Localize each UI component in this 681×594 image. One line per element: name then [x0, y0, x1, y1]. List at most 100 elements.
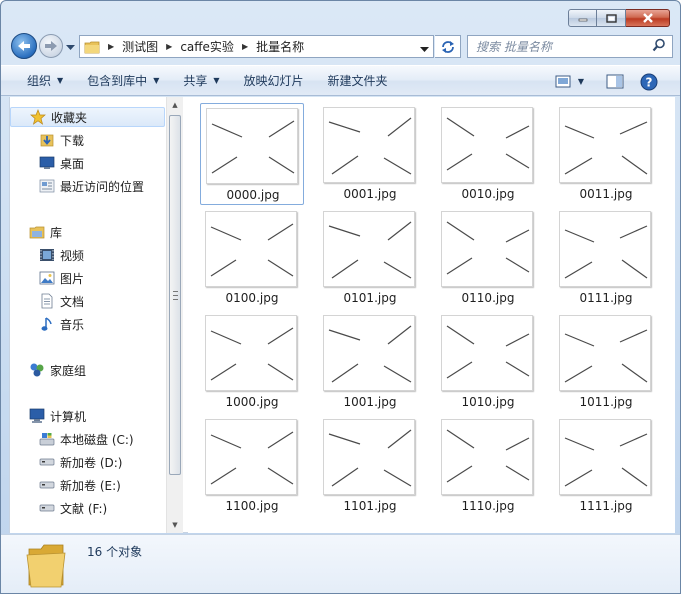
- preview-pane-icon: [606, 74, 624, 89]
- close-icon: [642, 13, 653, 23]
- image-thumbnail[interactable]: [323, 315, 415, 391]
- minimize-button[interactable]: [568, 9, 597, 27]
- image-thumbnail[interactable]: [559, 315, 651, 391]
- sidebar-item-homegroup[interactable]: 家庭组: [28, 360, 86, 380]
- breadcrumb-separator[interactable]: ▶: [242, 42, 248, 51]
- preview-pane-button[interactable]: [602, 71, 628, 93]
- chevron-down-icon: ▼: [577, 77, 585, 86]
- file-item[interactable]: 0011.jpg: [554, 103, 658, 205]
- file-item[interactable]: 0111.jpg: [554, 207, 658, 309]
- sidebar-item-favorites[interactable]: 收藏夹: [10, 107, 165, 127]
- recent-pages-dropdown[interactable]: [66, 40, 75, 54]
- image-thumbnail[interactable]: [205, 419, 297, 495]
- file-item[interactable]: 0001.jpg: [318, 103, 422, 205]
- sidebar-item-label: 家庭组: [50, 363, 87, 378]
- sidebar-item-documents[interactable]: 文档: [38, 291, 84, 311]
- sidebar-item-downloads[interactable]: 下载: [38, 130, 84, 150]
- image-thumbnail[interactable]: [205, 211, 297, 287]
- sidebar-item-videos[interactable]: 视频: [38, 245, 84, 265]
- search-icon[interactable]: [652, 38, 666, 55]
- sidebar-item-drive-c[interactable]: 本地磁盘 (C:): [38, 429, 134, 449]
- file-item[interactable]: 0110.jpg: [436, 207, 540, 309]
- new-folder-button[interactable]: 新建文件夹: [316, 66, 400, 95]
- share-button[interactable]: 共享 ▼: [171, 66, 231, 95]
- document-icon: [38, 293, 56, 309]
- refresh-button[interactable]: [435, 35, 461, 58]
- file-item[interactable]: 1101.jpg: [318, 415, 422, 517]
- navigation-bar: ▶ 测试图 ▶ caffe实验 ▶ 批量名称 搜索 批量名称: [1, 31, 680, 61]
- address-history-dropdown[interactable]: [420, 42, 429, 56]
- address-bar[interactable]: ▶ 测试图 ▶ caffe实验 ▶ 批量名称: [79, 35, 434, 58]
- file-item[interactable]: 0010.jpg: [436, 103, 540, 205]
- image-thumbnail[interactable]: [206, 108, 298, 184]
- file-item[interactable]: 0101.jpg: [318, 207, 422, 309]
- sidebar-item-label: 音乐: [60, 317, 85, 332]
- organize-button[interactable]: 组织 ▼: [1, 66, 75, 95]
- breadcrumb-item-3[interactable]: 批量名称: [256, 38, 304, 55]
- close-button[interactable]: [626, 9, 670, 27]
- sidebar-item-music[interactable]: 音乐: [38, 314, 84, 334]
- include-in-library-label: 包含到库中: [87, 74, 148, 88]
- file-item[interactable]: 1001.jpg: [318, 311, 422, 413]
- image-thumbnail[interactable]: [441, 211, 533, 287]
- maximize-button[interactable]: [597, 9, 626, 27]
- computer-icon: [28, 408, 46, 424]
- file-item[interactable]: 1100.jpg: [200, 415, 304, 517]
- image-thumbnail[interactable]: [323, 107, 415, 183]
- breadcrumb-item-1[interactable]: 测试图: [122, 38, 158, 55]
- sidebar-item-drive-f[interactable]: 文献 (F:): [38, 498, 107, 518]
- file-item[interactable]: 1111.jpg: [554, 415, 658, 517]
- file-item[interactable]: 1110.jpg: [436, 415, 540, 517]
- sidebar-item-label: 下载: [60, 133, 85, 148]
- image-thumbnail[interactable]: [441, 419, 533, 495]
- navigation-pane-scrollbar[interactable]: ▲ ▼: [166, 97, 183, 533]
- image-thumbnail[interactable]: [559, 211, 651, 287]
- file-name: 0110.jpg: [461, 291, 515, 305]
- file-item[interactable]: 0100.jpg: [200, 207, 304, 309]
- breadcrumb-item-2[interactable]: caffe实验: [180, 38, 234, 55]
- back-button[interactable]: [11, 33, 37, 59]
- forward-button[interactable]: [39, 34, 63, 58]
- slideshow-button[interactable]: 放映幻灯片: [232, 66, 316, 95]
- file-name: 0101.jpg: [343, 291, 397, 305]
- include-in-library-button[interactable]: 包含到库中 ▼: [75, 66, 171, 95]
- recent-places-icon: [38, 178, 56, 194]
- breadcrumb-separator[interactable]: ▶: [166, 42, 172, 51]
- sidebar-item-desktop[interactable]: 桌面: [38, 153, 84, 173]
- arrow-right-icon: [45, 41, 57, 51]
- image-thumbnail[interactable]: [559, 419, 651, 495]
- view-options-dropdown[interactable]: ▼: [574, 71, 588, 93]
- slideshow-label: 放映幻灯片: [243, 74, 304, 88]
- sidebar-item-label: 计算机: [50, 409, 87, 424]
- image-thumbnail[interactable]: [441, 315, 533, 391]
- change-view-button[interactable]: [552, 71, 574, 93]
- image-thumbnail[interactable]: [323, 211, 415, 287]
- sidebar-item-computer[interactable]: 计算机: [28, 406, 86, 426]
- sidebar-item-recent-places[interactable]: 最近访问的位置: [38, 176, 144, 196]
- search-box[interactable]: 搜索 批量名称: [467, 35, 673, 58]
- scroll-down-button[interactable]: ▼: [167, 517, 183, 533]
- sidebar-item-libraries[interactable]: 库: [28, 222, 62, 242]
- scrollbar-thumb[interactable]: [169, 115, 181, 475]
- scroll-up-button[interactable]: ▲: [167, 97, 183, 113]
- folder-icon: [84, 41, 100, 53]
- share-label: 共享: [183, 74, 208, 88]
- breadcrumb-separator[interactable]: ▶: [108, 42, 114, 51]
- file-name: 1110.jpg: [461, 499, 515, 513]
- sidebar-item-drive-e[interactable]: 新加卷 (E:): [38, 475, 121, 495]
- file-item[interactable]: 1000.jpg: [200, 311, 304, 413]
- image-thumbnail[interactable]: [323, 419, 415, 495]
- search-placeholder[interactable]: 搜索 批量名称: [476, 38, 652, 55]
- file-item[interactable]: 1010.jpg: [436, 311, 540, 413]
- help-button[interactable]: ?: [636, 71, 662, 93]
- caption-buttons: [568, 9, 670, 27]
- file-item[interactable]: 1011.jpg: [554, 311, 658, 413]
- image-thumbnail[interactable]: [205, 315, 297, 391]
- sidebar-item-drive-d[interactable]: 新加卷 (D:): [38, 452, 122, 472]
- file-name: 1001.jpg: [343, 395, 397, 409]
- file-item[interactable]: 0000.jpg: [200, 103, 304, 205]
- image-thumbnail[interactable]: [441, 107, 533, 183]
- sidebar-item-pictures[interactable]: 图片: [38, 268, 84, 288]
- chevron-down-icon: [66, 45, 75, 50]
- image-thumbnail[interactable]: [559, 107, 651, 183]
